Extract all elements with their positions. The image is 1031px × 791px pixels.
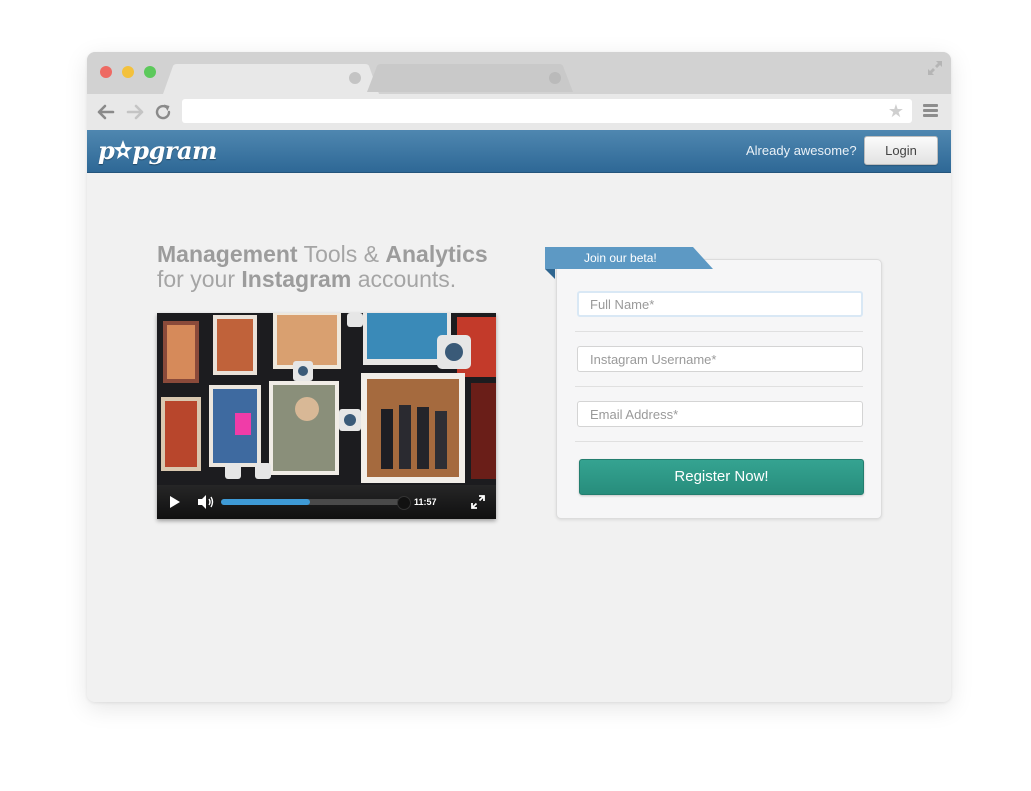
video-progress-bar[interactable] (221, 496, 411, 510)
volume-icon[interactable] (197, 494, 215, 510)
hero-bold-text: Instagram (241, 266, 352, 292)
close-window-button[interactable] (100, 66, 112, 78)
tab-shape (367, 64, 573, 92)
back-arrow-icon[interactable] (97, 103, 115, 121)
header-tagline: Already awesome? (746, 143, 857, 158)
video-controls: 11:57 (157, 485, 496, 519)
hero-bold-text: Analytics (385, 241, 488, 267)
hero-headline: Management Tools & Analytics for your In… (157, 242, 517, 292)
minimize-window-button[interactable] (122, 66, 134, 78)
video-fullscreen-icon[interactable] (470, 494, 486, 510)
email-field[interactable] (577, 401, 863, 427)
forward-arrow-icon[interactable] (126, 103, 144, 121)
logo-text-end: pgram (132, 135, 217, 165)
browser-toolbar: ★ (87, 94, 951, 131)
video-time: 11:57 (414, 497, 437, 507)
tab-close-icon[interactable] (549, 72, 561, 84)
browser-titlebar (87, 52, 951, 94)
video-progress-fill (221, 499, 311, 505)
address-bar[interactable]: ★ (182, 99, 912, 123)
form-divider (575, 331, 863, 332)
full-name-field[interactable] (577, 291, 863, 317)
hero-bold-text: Management (157, 241, 298, 267)
tab-close-icon[interactable] (349, 72, 361, 84)
browser-menu-icon[interactable] (923, 104, 939, 118)
instagram-username-field[interactable] (577, 346, 863, 372)
logo-star-icon (113, 140, 133, 159)
form-divider (575, 441, 863, 442)
hero-text: for your (157, 266, 242, 292)
login-button[interactable]: Login (864, 136, 938, 165)
tab-shape (163, 64, 379, 94)
logo-text-start: p (98, 135, 115, 165)
browser-tab-active[interactable] (163, 64, 379, 94)
hero-text: accounts. (351, 266, 457, 292)
browser-window: ★ p pgram Already awesome? Login Managem… (87, 52, 951, 702)
browser-tab-inactive[interactable] (367, 64, 573, 94)
reload-icon[interactable] (154, 103, 172, 121)
video-player[interactable]: 11:57 (157, 313, 496, 519)
ribbon-fold (545, 269, 555, 279)
maximize-window-button[interactable] (144, 66, 156, 78)
site-header: p pgram Already awesome? Login (87, 130, 951, 173)
video-scrub-handle[interactable] (397, 496, 411, 510)
play-icon[interactable] (169, 495, 181, 509)
hero-text: Tools & (297, 241, 386, 267)
signup-card: Register Now! (556, 259, 882, 519)
register-button[interactable]: Register Now! (579, 459, 864, 495)
hero-line-2: for your Instagram accounts. (157, 267, 517, 292)
hero-line-1: Management Tools & Analytics (157, 242, 517, 267)
popgram-logo[interactable]: p pgram (98, 135, 217, 165)
beta-ribbon-label: Join our beta! (584, 251, 657, 265)
page-content: Management Tools & Analytics for your In… (87, 173, 951, 702)
bookmark-star-icon[interactable]: ★ (888, 101, 904, 121)
fullscreen-expand-icon[interactable] (927, 60, 943, 76)
form-divider (575, 386, 863, 387)
